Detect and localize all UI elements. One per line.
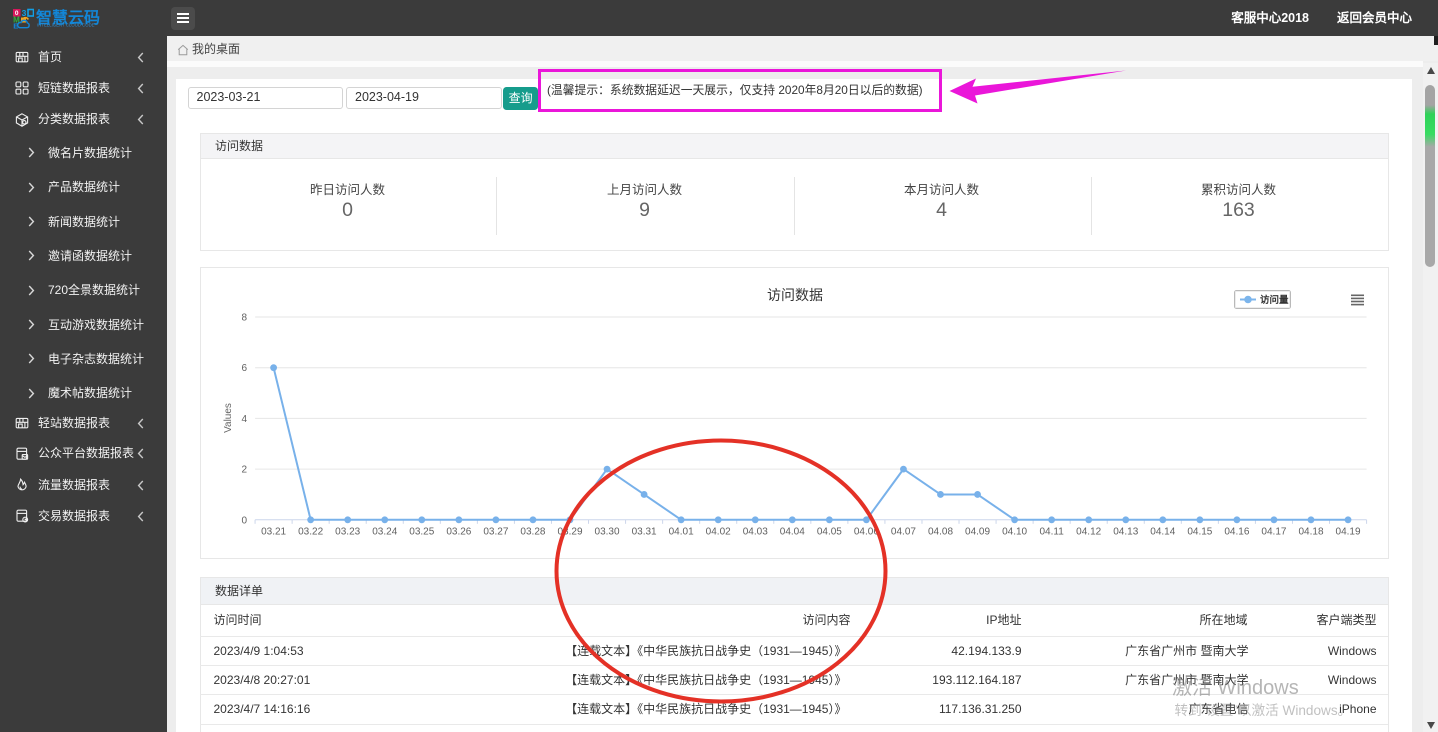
svg-text:04.17: 04.17 <box>1261 526 1286 537</box>
svg-text:04.18: 04.18 <box>1298 526 1323 537</box>
svg-text:04.19: 04.19 <box>1335 526 1360 537</box>
svg-text:0: 0 <box>241 515 247 526</box>
svg-text:6: 6 <box>241 363 247 374</box>
svg-text:3: 3 <box>22 8 27 18</box>
svg-text:03.27: 03.27 <box>483 526 508 537</box>
svg-text:03.21: 03.21 <box>261 526 286 537</box>
svg-text:访问量: 访问量 <box>1260 294 1289 306</box>
svg-text:04.16: 04.16 <box>1224 526 1249 537</box>
svg-text:2: 2 <box>241 464 247 475</box>
svg-text:03.28: 03.28 <box>520 526 545 537</box>
svg-text:03.22: 03.22 <box>298 526 323 537</box>
svg-text:04.08: 04.08 <box>927 526 952 537</box>
svg-text:04.11: 04.11 <box>1039 526 1064 537</box>
svg-text:04.07: 04.07 <box>890 526 915 537</box>
svg-text:04.14: 04.14 <box>1150 526 1175 537</box>
svg-text:04.15: 04.15 <box>1187 526 1212 537</box>
svg-text:04.09: 04.09 <box>965 526 990 537</box>
svg-text:03.25: 03.25 <box>409 526 434 537</box>
svg-text:04.13: 04.13 <box>1113 526 1138 537</box>
svg-text:4: 4 <box>241 413 247 424</box>
svg-text:04.12: 04.12 <box>1076 526 1101 537</box>
svg-text:03.23: 03.23 <box>335 526 360 537</box>
svg-text:03.26: 03.26 <box>446 526 471 537</box>
svg-text:访问数据: 访问数据 <box>767 287 823 303</box>
svg-text:04.10: 04.10 <box>1002 526 1027 537</box>
svg-text:8: 8 <box>241 312 247 323</box>
svg-text:Values: Values <box>223 403 234 433</box>
svg-text:03.24: 03.24 <box>372 526 397 537</box>
